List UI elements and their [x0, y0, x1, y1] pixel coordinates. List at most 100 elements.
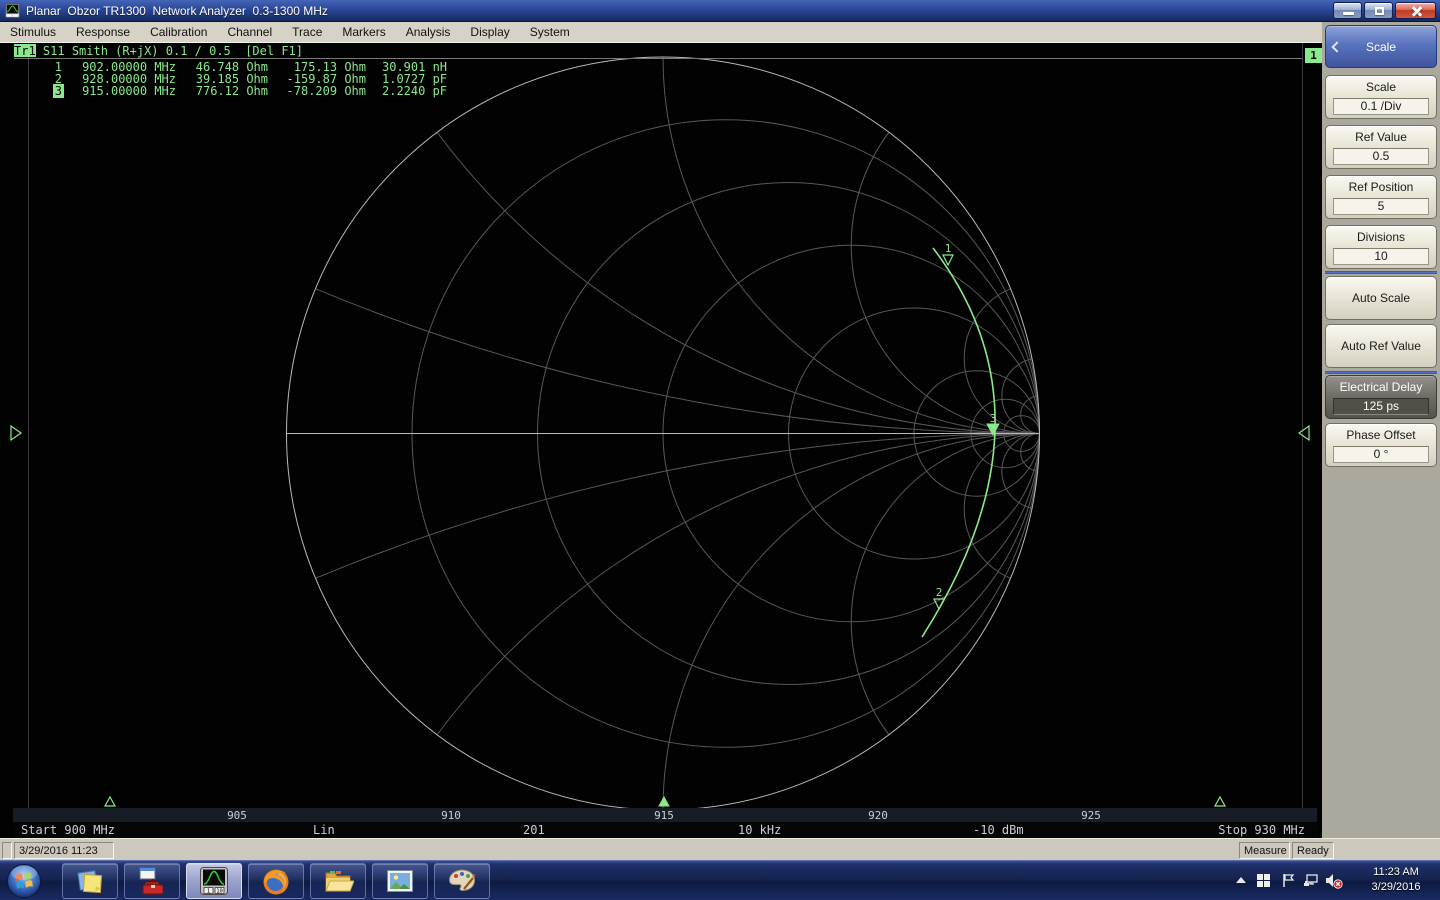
taskbar-app-paint[interactable]	[434, 863, 490, 899]
softkey-phase-offset[interactable]: Phase Offset 0 °	[1325, 423, 1437, 467]
back-chevron-icon	[1331, 41, 1342, 52]
paint-icon	[446, 865, 478, 897]
clock-date: 3/29/2016	[1356, 880, 1436, 895]
minimize-button[interactable]	[1333, 2, 1362, 19]
app-icon	[5, 3, 20, 18]
tray-network-icon[interactable]	[1303, 873, 1319, 888]
window-title: Planar Obzor TR1300 Network Analyzer 0.3…	[26, 4, 328, 18]
taskbar-app-image-viewer[interactable]	[372, 863, 428, 899]
menu-response[interactable]: Response	[66, 23, 140, 42]
marker-readout-3-active: 3 915.00000 MHz 776.12 Ohm -78.209 Ohm 2…	[14, 84, 447, 98]
trace-marker-2[interactable]: 2	[934, 586, 944, 609]
axis-tick-915: 915	[642, 809, 686, 822]
axis-tick-905: 905	[215, 809, 259, 822]
svg-text:1: 1	[207, 889, 210, 895]
active-marker-badge: 3	[53, 84, 64, 98]
softkey-group-separator	[1325, 271, 1437, 274]
clock-time: 11:23 AM	[1356, 865, 1436, 880]
status-measure: Measure	[1239, 842, 1290, 859]
axis-marker-2	[1215, 797, 1225, 806]
menu-stimulus[interactable]: Stimulus	[0, 23, 66, 42]
tray-windows-icon[interactable]	[1256, 873, 1271, 888]
show-hidden-icons-chevron[interactable]	[1236, 877, 1246, 883]
status-bar: 3/29/2016 11:23 Measure Ready	[0, 838, 1440, 860]
axis-tick-925: 925	[1069, 809, 1113, 822]
softkey-divisions[interactable]: Divisions 10	[1325, 225, 1437, 269]
stimulus-bandwidth: 10 kHz	[738, 823, 781, 837]
svg-text:10: 10	[216, 889, 223, 895]
stimulus-power: -10 dBm	[973, 823, 1024, 837]
ref-value-field[interactable]: 0.5	[1333, 148, 1429, 165]
menu-system[interactable]: System	[520, 23, 580, 42]
axis-tick-920: 920	[856, 809, 900, 822]
stimulus-start: Start 900 MHz	[21, 823, 115, 837]
trace-label-badge: Tr1	[14, 44, 36, 57]
menu-display[interactable]: Display	[460, 23, 519, 42]
tray-volume-muted-icon[interactable]	[1325, 873, 1343, 889]
taskbar-app-sticky-notes[interactable]	[62, 863, 118, 899]
axis-marker-3-active	[659, 797, 669, 806]
start-button[interactable]	[6, 863, 42, 899]
electrical-delay-field[interactable]: 125 ps	[1333, 398, 1429, 415]
trace-status-header[interactable]: Tr1 S11 Smith (R+jX) 0.1 / 0.5 [Del F1]	[14, 44, 303, 57]
minimize-icon	[1343, 12, 1354, 15]
softkey-electrical-delay[interactable]: Electrical Delay 125 ps	[1325, 375, 1437, 419]
softkey-ref-value[interactable]: Ref Value 0.5	[1325, 125, 1437, 169]
trace-marker-1[interactable]: 1	[943, 242, 953, 265]
image-viewer-icon	[384, 865, 416, 897]
plot-area: 1 2 3 Tr1	[0, 43, 1322, 838]
status-ready: Ready	[1292, 842, 1334, 859]
stimulus-points: 201	[523, 823, 545, 837]
firefox-icon	[260, 865, 292, 897]
title-bar: Planar Obzor TR1300 Network Analyzer 0.3…	[0, 0, 1440, 22]
menu-trace[interactable]: Trace	[282, 23, 332, 42]
restore-button[interactable]	[1364, 2, 1393, 19]
status-datetime: 3/29/2016 11:23	[14, 842, 114, 859]
menu-markers[interactable]: Markers	[332, 23, 395, 42]
divisions-field[interactable]: 10	[1333, 248, 1429, 265]
softkey-scale[interactable]: Scale 0.1 /Div	[1325, 75, 1437, 119]
svg-text:2: 2	[936, 586, 943, 599]
scale-value-field[interactable]: 0.1 /Div	[1333, 98, 1429, 115]
svg-text:3: 3	[990, 412, 997, 425]
trace-header-divider	[14, 58, 1302, 59]
restore-icon	[1375, 7, 1384, 15]
close-button[interactable]	[1395, 2, 1436, 19]
ref-position-field[interactable]: 5	[1333, 198, 1429, 215]
softkey-auto-ref-value[interactable]: Auto Ref Value	[1325, 324, 1437, 368]
axis-marker-indicators	[105, 797, 1225, 806]
phase-offset-field[interactable]: 0 °	[1333, 446, 1429, 463]
softkey-menu-title: Scale	[1366, 40, 1396, 54]
status-grip-cell	[2, 842, 12, 859]
menu-calibration[interactable]: Calibration	[140, 23, 217, 42]
tray-action-center-flag-icon[interactable]	[1281, 873, 1296, 888]
ref-position-arrow-right	[1299, 426, 1309, 440]
axis-marker-1	[105, 797, 115, 806]
smith-chart: 1 2 3	[0, 43, 1322, 838]
toolbox-icon	[136, 865, 168, 897]
tray-clock[interactable]: 11:23 AM 3/29/2016	[1356, 865, 1436, 895]
stimulus-sweep-type: Lin	[313, 823, 335, 837]
svg-text:1: 1	[945, 242, 952, 255]
trace-format-text	[36, 44, 43, 57]
menu-channel[interactable]: Channel	[217, 23, 282, 42]
softkey-panel: Scale Scale 0.1 /Div Ref Value 0.5 Ref P…	[1322, 22, 1440, 838]
menu-bar: Stimulus Response Calibration Channel Tr…	[0, 22, 1440, 43]
taskbar-app-toolbox[interactable]	[124, 863, 180, 899]
channel-number-badge[interactable]: 1	[1305, 48, 1322, 63]
sticky-notes-icon	[74, 865, 106, 897]
softkey-group-separator	[1325, 371, 1437, 374]
vna-application-window: Planar Obzor TR1300 Network Analyzer 0.3…	[0, 0, 1440, 900]
softkey-ref-position[interactable]: Ref Position 5	[1325, 175, 1437, 219]
network-analyzer-icon: 1 10	[198, 865, 230, 897]
taskbar-app-file-explorer[interactable]	[310, 863, 366, 899]
softkey-auto-scale[interactable]: Auto Scale	[1325, 276, 1437, 320]
menu-analysis[interactable]: Analysis	[396, 23, 461, 42]
stimulus-bar: Start 900 MHz Lin 201 10 kHz -10 dBm Sto…	[13, 822, 1317, 838]
frequency-axis: 905 910 915 920 925	[13, 808, 1317, 822]
taskbar-app-firefox[interactable]	[248, 863, 304, 899]
stimulus-stop: Stop 930 MHz	[1218, 823, 1305, 837]
axis-tick-910: 910	[429, 809, 473, 822]
taskbar-app-network-analyzer-active[interactable]: 1 10	[186, 863, 242, 899]
softkey-menu-header[interactable]: Scale	[1325, 25, 1437, 68]
